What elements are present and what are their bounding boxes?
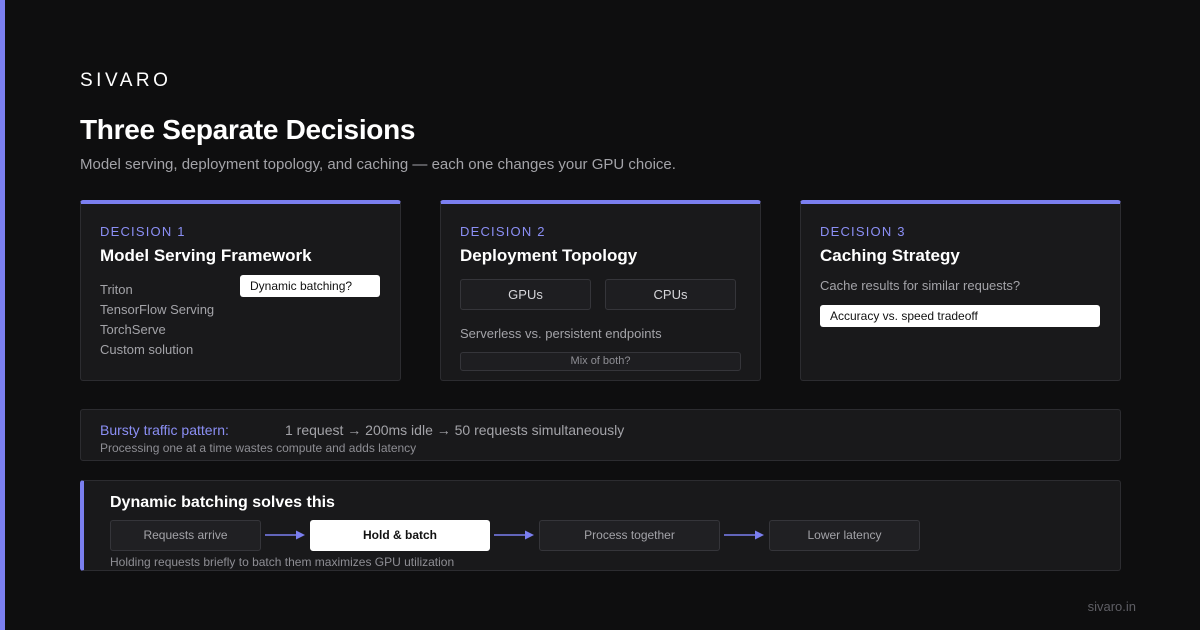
bursty-traffic-panel: Bursty traffic pattern: 1 request → 200m… (80, 409, 1121, 461)
decision-title: Caching Strategy (820, 246, 960, 265)
decision-card-1: DECISION 1 Model Serving Framework Trito… (80, 200, 401, 381)
dynamic-batching-question: Dynamic batching? (240, 275, 380, 297)
framework-option: TorchServe (100, 322, 166, 337)
framework-options-list: Triton TensorFlow Serving TorchServe Cus… (100, 282, 214, 362)
batching-note: Holding requests briefly to batch them m… (110, 555, 455, 569)
framework-option: Custom solution (100, 342, 194, 357)
decision-kicker: DECISION 2 (460, 224, 546, 239)
batching-panel: Dynamic batching solves this Requests ar… (80, 480, 1121, 571)
cpus-option: CPUs (605, 279, 736, 310)
arrow-right-icon (265, 530, 305, 540)
decision-kicker: DECISION 3 (820, 224, 906, 239)
bursty-note: Processing one at a time wastes compute … (100, 441, 417, 455)
gpus-option: GPUs (460, 279, 591, 310)
brand-logo: SIVARO (80, 70, 172, 91)
decision-title: Deployment Topology (460, 246, 638, 265)
decision-kicker: DECISION 1 (100, 224, 186, 239)
arrow-right-icon (724, 530, 764, 540)
cache-question: Cache results for similar requests? (820, 278, 1021, 293)
left-accent-bar (0, 0, 5, 630)
bursty-label: Bursty traffic pattern: (100, 422, 229, 438)
page-title: Three Separate Decisions (80, 114, 416, 145)
mix-of-both: Mix of both? (460, 352, 741, 371)
step-lower-latency: Lower latency (769, 520, 920, 551)
page-subtitle: Model serving, deployment topology, and … (80, 156, 676, 173)
step-requests-arrive: Requests arrive (110, 520, 261, 551)
step-hold-and-batch: Hold & batch (310, 520, 490, 551)
footer-url: sivaro.in (1087, 599, 1136, 614)
decision-title: Model Serving Framework (100, 246, 312, 265)
batching-title: Dynamic batching solves this (110, 494, 335, 511)
decision-card-2: DECISION 2 Deployment Topology GPUs CPUs… (440, 200, 761, 381)
arrow-right-icon (494, 530, 534, 540)
decision-card-3: DECISION 3 Caching Strategy Cache result… (800, 200, 1121, 381)
bursty-flow: 1 request → 200ms idle → 50 requests sim… (285, 422, 625, 438)
framework-option: Triton (100, 282, 133, 297)
tradeoff-pill: Accuracy vs. speed tradeoff (820, 305, 1100, 327)
step-process-together: Process together (539, 520, 720, 551)
endpoints-note: Serverless vs. persistent endpoints (460, 326, 662, 341)
framework-option: TensorFlow Serving (100, 302, 215, 317)
